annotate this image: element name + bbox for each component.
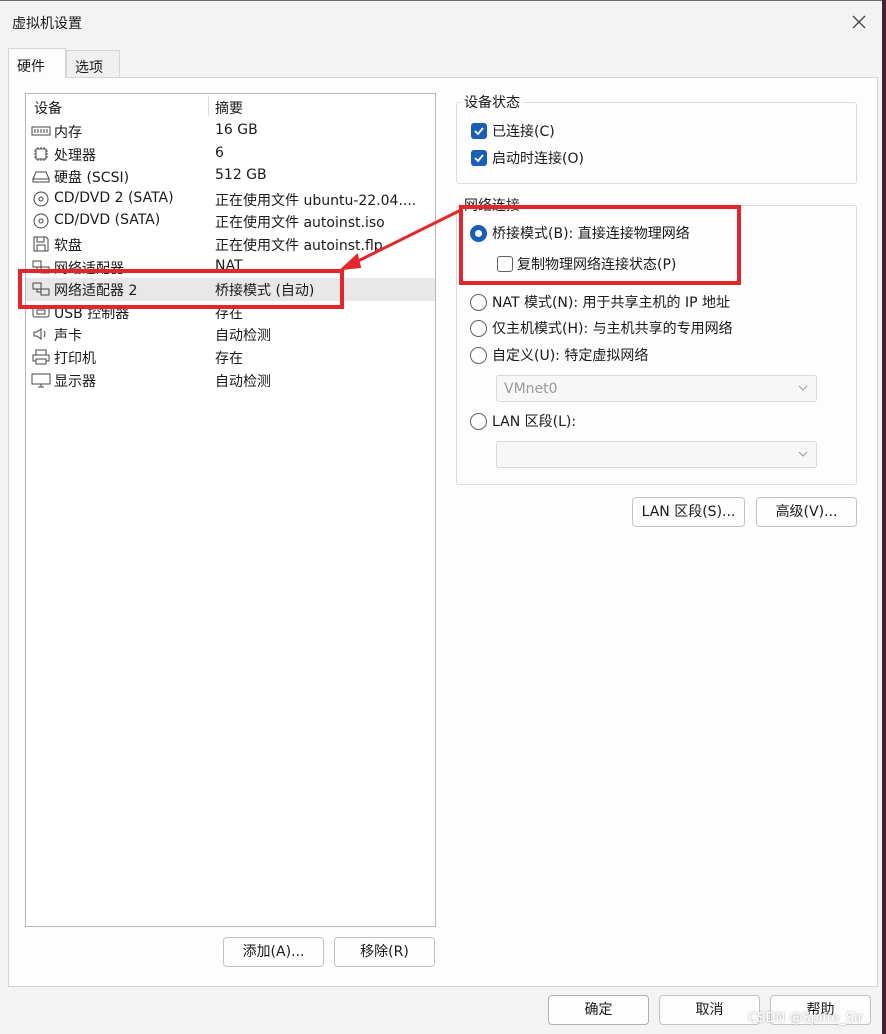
- close-icon: [852, 15, 866, 29]
- printer-icon: [31, 349, 51, 365]
- device-name: 显示器: [54, 373, 96, 390]
- tab-options-label: 选项: [75, 60, 103, 76]
- nat-mode-label[interactable]: NAT 模式(N): 用于共享主机的 IP 地址: [492, 292, 730, 312]
- host-only-label[interactable]: 仅主机模式(H): 与主机共享的专用网络: [492, 318, 733, 338]
- device-row-sound-card[interactable]: 声卡 自动检测: [26, 323, 435, 346]
- annotation-box-bridged: [459, 205, 741, 285]
- device-name: CD/DVD 2 (SATA): [54, 189, 174, 206]
- device-name: 内存: [54, 125, 82, 141]
- ok-button[interactable]: 确定: [548, 995, 649, 1025]
- device-row-printer[interactable]: 打印机 存在: [26, 346, 435, 369]
- custom-network-select[interactable]: VMnet0: [496, 375, 817, 402]
- device-status-title: 设备状态: [461, 92, 523, 112]
- nat-mode-radio[interactable]: [470, 294, 487, 311]
- connect-at-power-on-label[interactable]: 启动时连接(O): [492, 148, 584, 168]
- floppy-icon: [31, 236, 51, 252]
- speaker-icon: [31, 326, 51, 342]
- device-list-header: 设备 摘要: [26, 94, 435, 118]
- column-divider[interactable]: [208, 96, 209, 116]
- cd-dvd-icon: [31, 213, 51, 229]
- device-row-display[interactable]: 显示器 自动检测: [26, 369, 435, 392]
- device-summary: 16 GB: [215, 122, 258, 138]
- chevron-down-icon: [798, 385, 808, 391]
- device-summary: 512 GB: [215, 167, 267, 184]
- tab-hardware[interactable]: 硬件: [8, 48, 66, 78]
- add-device-button[interactable]: 添加(A)...: [223, 937, 324, 967]
- window-title: 虚拟机设置: [12, 16, 82, 32]
- device-status-group: [456, 102, 857, 184]
- advanced-button[interactable]: 高级(V)...: [756, 497, 857, 527]
- device-summary: 自动检测: [215, 373, 271, 390]
- title-bar[interactable]: 虚拟机设置: [0, 1, 882, 43]
- desktop-background-edge: [882, 0, 886, 1034]
- tab-options[interactable]: 选项: [66, 50, 120, 78]
- cd-dvd-icon: [31, 191, 51, 207]
- hard-disk-icon: [31, 168, 51, 184]
- tab-hardware-label: 硬件: [17, 59, 45, 75]
- lan-segment-radio[interactable]: [470, 413, 487, 430]
- checkmark-icon: [474, 154, 484, 163]
- memory-icon: [31, 123, 51, 139]
- device-row-processor[interactable]: 处理器 6: [26, 143, 435, 166]
- host-only-radio[interactable]: [470, 320, 487, 337]
- column-header-summary[interactable]: 摘要: [215, 98, 243, 118]
- device-name: 处理器: [54, 147, 96, 164]
- cancel-button[interactable]: 取消: [659, 995, 760, 1025]
- connected-checkbox[interactable]: [471, 123, 487, 139]
- monitor-icon: [31, 372, 51, 388]
- custom-network-select-value: VMnet0: [504, 381, 558, 397]
- custom-network-label[interactable]: 自定义(U): 特定虚拟网络: [492, 345, 648, 365]
- device-summary: 自动检测: [215, 328, 271, 345]
- close-button[interactable]: [850, 13, 868, 31]
- connect-at-power-on-checkbox[interactable]: [471, 150, 487, 166]
- chevron-down-icon: [798, 451, 808, 457]
- device-name: 打印机: [54, 351, 96, 367]
- column-header-device[interactable]: 设备: [34, 98, 62, 118]
- lan-segment-label[interactable]: LAN 区段(L):: [492, 411, 576, 431]
- device-summary: 6: [215, 144, 224, 161]
- annotation-box-adapter: [18, 269, 344, 309]
- custom-network-radio[interactable]: [470, 347, 487, 364]
- device-name: 软盘: [54, 238, 82, 254]
- lan-segments-button[interactable]: LAN 区段(S)...: [632, 497, 745, 527]
- lan-segment-select[interactable]: [496, 441, 817, 468]
- device-name: 声卡: [54, 328, 82, 345]
- cpu-icon: [31, 146, 51, 162]
- checkmark-icon: [474, 127, 484, 136]
- device-summary: 存在: [215, 351, 243, 367]
- device-row-memory[interactable]: 内存 16 GB: [26, 120, 435, 143]
- connected-label[interactable]: 已连接(C): [492, 121, 555, 141]
- watermark-text: CSDN @Spiffo_Sir: [748, 1011, 863, 1026]
- device-name: CD/DVD (SATA): [54, 212, 161, 229]
- device-row-hard-disk[interactable]: 硬盘 (SCSI) 512 GB: [26, 165, 435, 188]
- annotation-arrow: [339, 208, 462, 271]
- device-name: 硬盘 (SCSI): [54, 170, 130, 187]
- remove-device-button[interactable]: 移除(R): [334, 937, 435, 967]
